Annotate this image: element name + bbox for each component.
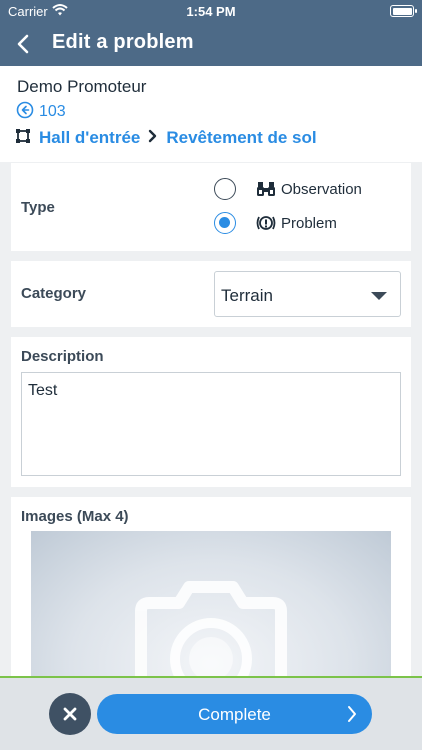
alert-circle-icon [255, 213, 277, 233]
image-placeholder[interactable] [31, 531, 391, 687]
description-card: Description Test [11, 337, 411, 487]
status-time: 1:54 PM [186, 4, 236, 19]
reference-link[interactable]: 103 [16, 101, 66, 124]
category-value: Terrain [221, 286, 273, 305]
type-card: Type Observation Problem [11, 163, 411, 251]
category-label: Category [21, 285, 87, 302]
type-option-label: Observation [281, 180, 362, 198]
page-title: Edit a problem [52, 31, 194, 53]
type-option-observation[interactable]: Observation [214, 177, 362, 201]
radio-observation[interactable] [214, 178, 236, 200]
location-frame-icon [15, 128, 31, 149]
reference-number: 103 [39, 103, 66, 120]
arrow-left-circle-icon [16, 101, 34, 124]
description-textarea[interactable]: Test [21, 372, 401, 476]
type-option-label: Problem [281, 214, 337, 232]
breadcrumb: Hall d'entrée Revêtement de sol [15, 127, 317, 149]
nav-bar: Edit a problem [0, 22, 422, 66]
breadcrumb-item-location[interactable]: Hall d'entrée [39, 128, 140, 148]
battery-icon [390, 5, 417, 17]
binoculars-icon [255, 179, 277, 199]
type-label: Type [21, 199, 55, 216]
images-card: Images (Max 4) [11, 497, 411, 687]
type-option-problem[interactable]: Problem [214, 211, 337, 235]
project-name: Demo Promoteur [17, 77, 147, 96]
radio-problem[interactable] [214, 212, 236, 234]
back-arrow-icon[interactable] [10, 30, 38, 58]
caret-down-icon [371, 292, 387, 300]
complete-button[interactable]: Complete [97, 694, 372, 734]
camera-icon [131, 581, 291, 687]
breadcrumb-item-element[interactable]: Revêtement de sol [166, 128, 316, 148]
category-card: Category Terrain [11, 261, 411, 327]
action-footer: Complete [0, 678, 422, 750]
chevron-right-icon [346, 705, 358, 723]
category-select[interactable]: Terrain [214, 271, 401, 317]
close-icon [49, 693, 91, 735]
status-bar: Carrier 1:54 PM [0, 0, 422, 22]
description-label: Description [21, 348, 104, 365]
problem-header: Demo Promoteur 103 Hall d'entrée Revêtem… [0, 66, 422, 162]
complete-button-label: Complete [198, 705, 271, 724]
images-label: Images (Max 4) [21, 508, 129, 525]
chevron-right-icon [148, 128, 158, 148]
cancel-button[interactable] [49, 693, 91, 735]
